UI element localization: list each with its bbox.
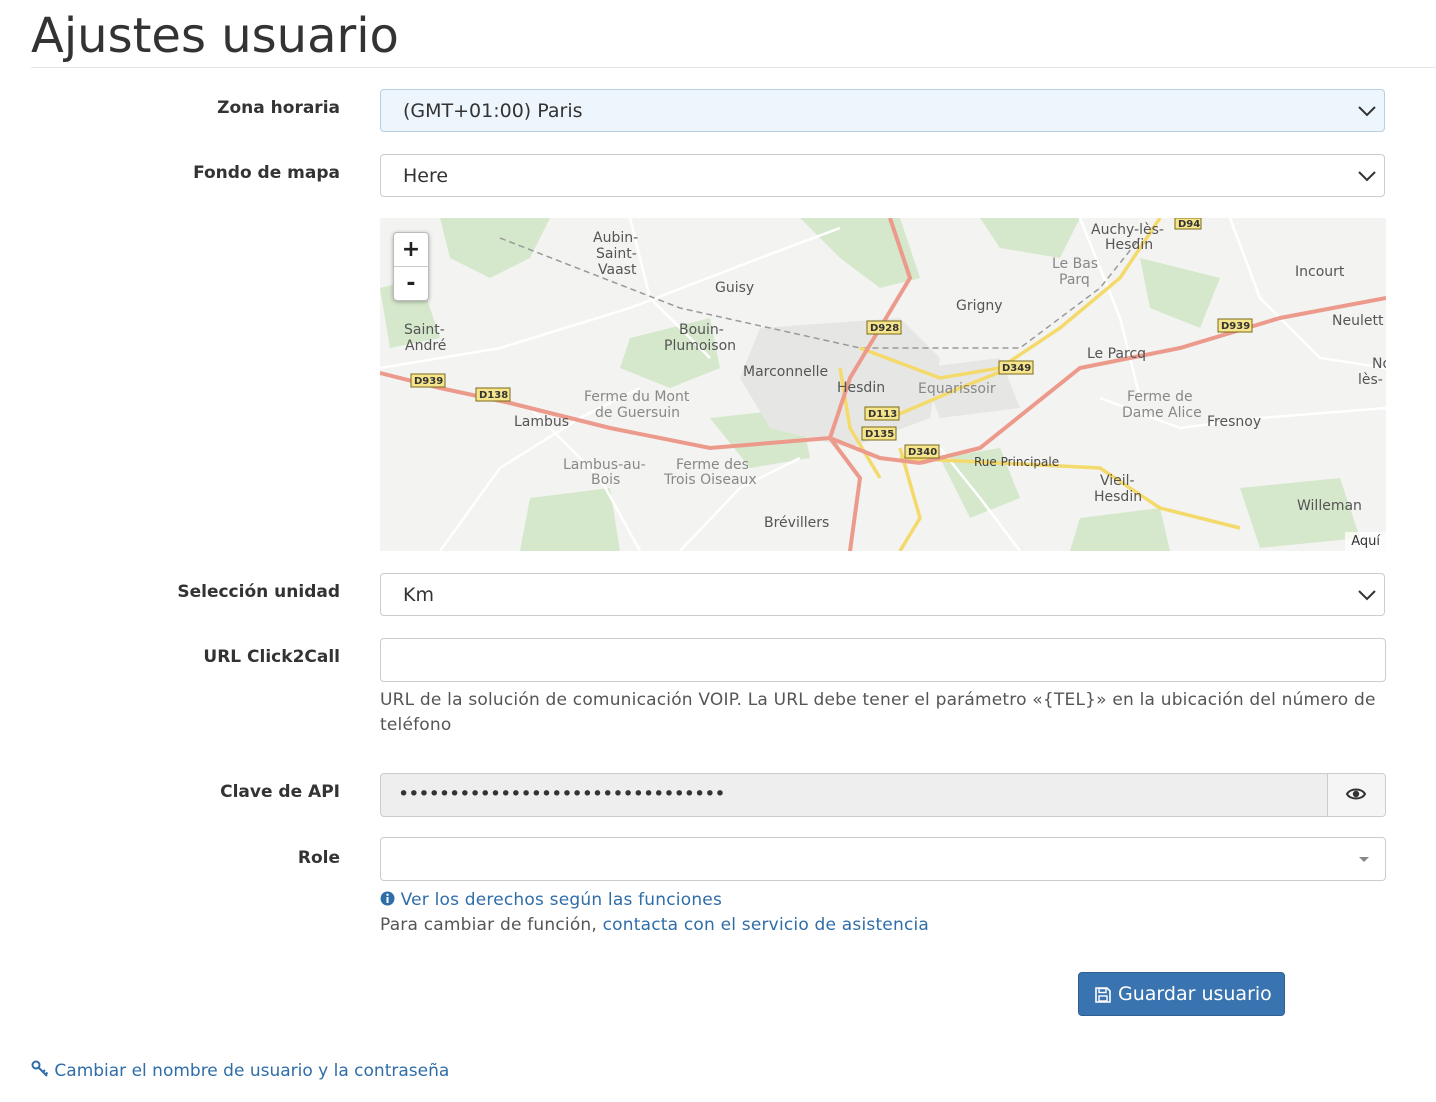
map-zoom-control: + - <box>393 232 429 301</box>
svg-text:lès-: lès- <box>1358 372 1383 388</box>
svg-text:D939: D939 <box>414 376 443 387</box>
role-select[interactable] <box>380 837 1386 881</box>
view-rights-link[interactable]: Ver los derechos según las funciones <box>380 890 722 910</box>
svg-text:Le Bas: Le Bas <box>1052 256 1098 272</box>
info-icon <box>380 891 395 906</box>
svg-text:No: No <box>1372 356 1386 372</box>
svg-text:de Guersuin: de Guersuin <box>595 405 680 421</box>
svg-text:Plumoison: Plumoison <box>664 338 736 354</box>
show-api-key-button[interactable] <box>1327 774 1385 816</box>
svg-text:Saint-: Saint- <box>596 246 637 262</box>
contact-support-link[interactable]: contacta con el servicio de asistencia <box>603 915 929 935</box>
save-user-label: Guardar usuario <box>1118 983 1272 1005</box>
timezone-value: (GMT+01:00) Paris <box>403 100 583 122</box>
eye-icon <box>1346 788 1366 800</box>
svg-text:Marconnelle: Marconnelle <box>743 364 828 380</box>
change-role-text: Para cambiar de función, <box>380 915 598 935</box>
timezone-select[interactable]: (GMT+01:00) Paris <box>380 89 1385 132</box>
svg-text:Hesdin: Hesdin <box>1094 489 1142 505</box>
map-background-value: Here <box>403 165 449 187</box>
svg-text:Ferme du Mont: Ferme du Mont <box>584 389 690 405</box>
svg-text:D939: D939 <box>1221 321 1250 332</box>
svg-text:Bois: Bois <box>591 472 620 488</box>
role-help: Ver los derechos según las funciones Par… <box>380 888 1390 938</box>
svg-text:D113: D113 <box>868 409 897 420</box>
caret-down-icon <box>1359 857 1369 862</box>
zoom-in-button[interactable]: + <box>394 233 428 267</box>
svg-text:Hesdin: Hesdin <box>1105 237 1153 253</box>
api-key-field[interactable]: •••••••••••••••••••••••••••••••• <box>380 773 1386 817</box>
title-divider <box>31 67 1436 68</box>
svg-text:Fresnoy: Fresnoy <box>1207 414 1261 430</box>
key-icon <box>31 1060 49 1077</box>
svg-text:Grigny: Grigny <box>956 298 1003 314</box>
chevron-down-icon <box>1358 171 1376 182</box>
svg-text:D349: D349 <box>1002 363 1031 374</box>
svg-text:Ferme des: Ferme des <box>676 457 749 473</box>
svg-text:D138: D138 <box>479 390 508 401</box>
svg-text:Guisy: Guisy <box>715 280 754 296</box>
api-key-value: •••••••••••••••••••••••••••••••• <box>398 783 726 805</box>
svg-text:Parq: Parq <box>1059 272 1090 288</box>
click2call-help: URL de la solución de comunicación VOIP.… <box>380 690 1376 735</box>
map-background-select[interactable]: Here <box>380 154 1385 197</box>
units-value: Km <box>403 584 434 606</box>
view-rights-text: Ver los derechos según las funciones <box>400 890 723 910</box>
chevron-down-icon <box>1358 590 1376 601</box>
chevron-down-icon <box>1358 106 1376 117</box>
svg-text:Trois Oiseaux: Trois Oiseaux <box>663 472 757 488</box>
svg-text:Saint-: Saint- <box>404 322 445 338</box>
svg-text:D94: D94 <box>1178 219 1200 230</box>
svg-text:Rue Principale: Rue Principale <box>974 455 1059 469</box>
page-title: Ajustes usuario <box>31 8 399 64</box>
svg-text:D340: D340 <box>908 447 937 458</box>
svg-text:Equarissoir: Equarissoir <box>918 381 996 397</box>
svg-text:Willeman: Willeman <box>1297 498 1362 514</box>
svg-text:Lambus: Lambus <box>514 414 569 430</box>
api-key-label: Clave de API <box>220 782 340 802</box>
svg-text:D928: D928 <box>870 323 899 334</box>
svg-text:Incourt: Incourt <box>1295 264 1345 280</box>
svg-text:Bouin-: Bouin- <box>679 322 724 338</box>
save-user-button[interactable]: Guardar usuario <box>1078 972 1285 1016</box>
map-tiles: D94 D928 D939 D939 D349 D138 D113 D135 D… <box>380 218 1386 551</box>
change-credentials-link[interactable]: Cambiar el nombre de usuario y la contra… <box>31 1060 449 1081</box>
svg-text:André: André <box>405 338 446 354</box>
svg-text:Hesdin: Hesdin <box>837 380 885 396</box>
floppy-disk-icon <box>1095 987 1111 1003</box>
role-label: Role <box>297 848 340 868</box>
map-attribution[interactable]: Aquí <box>1345 532 1386 551</box>
click2call-label: URL Click2Call <box>203 647 340 667</box>
map-preview[interactable]: D94 D928 D939 D939 D349 D138 D113 D135 D… <box>380 218 1386 551</box>
svg-text:Vaast: Vaast <box>598 262 637 278</box>
zoom-out-button[interactable]: - <box>394 267 428 300</box>
change-credentials-text: Cambiar el nombre de usuario y la contra… <box>54 1061 450 1081</box>
svg-text:Le Parcq: Le Parcq <box>1087 346 1146 362</box>
svg-text:Neulett: Neulett <box>1332 313 1384 329</box>
timezone-label: Zona horaria <box>217 98 340 118</box>
svg-text:Dame Alice: Dame Alice <box>1122 405 1202 421</box>
click2call-input[interactable] <box>380 638 1386 682</box>
svg-text:Vieil-: Vieil- <box>1100 473 1135 489</box>
svg-text:Aubin-: Aubin- <box>593 230 638 246</box>
svg-text:Lambus-au-: Lambus-au- <box>563 457 646 473</box>
units-label: Selección unidad <box>177 582 340 602</box>
map-background-label: Fondo de mapa <box>193 163 340 183</box>
svg-text:D135: D135 <box>865 429 894 440</box>
svg-text:Auchy-lès-: Auchy-lès- <box>1091 222 1164 238</box>
svg-text:Ferme de: Ferme de <box>1127 389 1193 405</box>
svg-text:Brévillers: Brévillers <box>764 515 829 531</box>
units-select[interactable]: Km <box>380 573 1385 616</box>
